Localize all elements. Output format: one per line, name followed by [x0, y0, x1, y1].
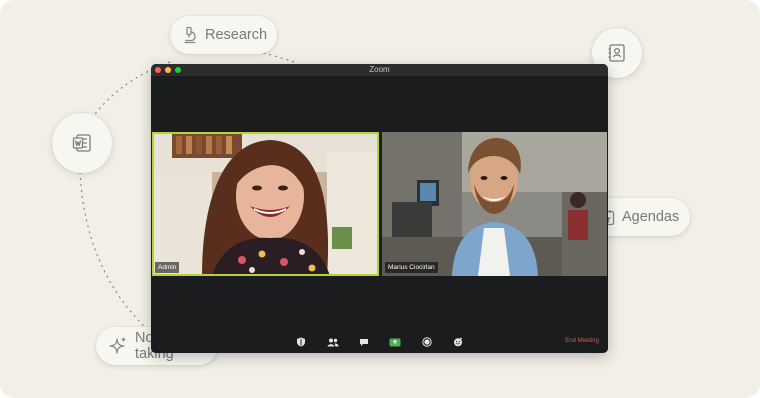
microscope-icon	[184, 26, 196, 44]
participant-name-tag: Admin	[155, 262, 180, 273]
hero-illustration: Research Agendas taking Zoom Admin Mariu…	[0, 0, 760, 398]
end-meeting-button[interactable]: End Meeting	[565, 338, 599, 344]
share-screen-icon[interactable]	[389, 337, 401, 347]
participant-name-tag: Marius Ciocirlan	[385, 262, 438, 273]
record-icon[interactable]	[421, 337, 433, 347]
window-titlebar: Zoom	[151, 64, 608, 76]
security-icon[interactable]	[295, 337, 307, 347]
participant-tile-admin[interactable]: Admin	[152, 132, 379, 276]
reactions-icon[interactable]	[452, 337, 464, 347]
contact-card-icon	[608, 44, 625, 62]
window-title: Zoom	[369, 65, 390, 74]
zoom-window: Zoom Admin Marius Ciocirlan End Meeting	[151, 64, 608, 353]
video-feed-man	[382, 132, 607, 276]
agendas-label: Agendas	[622, 209, 680, 225]
participant-tile-marius[interactable]: Marius Ciocirlan	[382, 132, 607, 276]
participants-icon[interactable]	[327, 337, 339, 347]
research-label: Research	[205, 27, 268, 43]
video-feed-woman	[152, 132, 379, 276]
word-document-icon	[72, 134, 91, 152]
chat-icon[interactable]	[358, 337, 370, 347]
sparkle-icon	[109, 337, 126, 354]
research-pill: Research	[170, 16, 277, 54]
meeting-toolbar: End Meeting	[151, 331, 608, 353]
word-document-badge	[52, 113, 112, 173]
